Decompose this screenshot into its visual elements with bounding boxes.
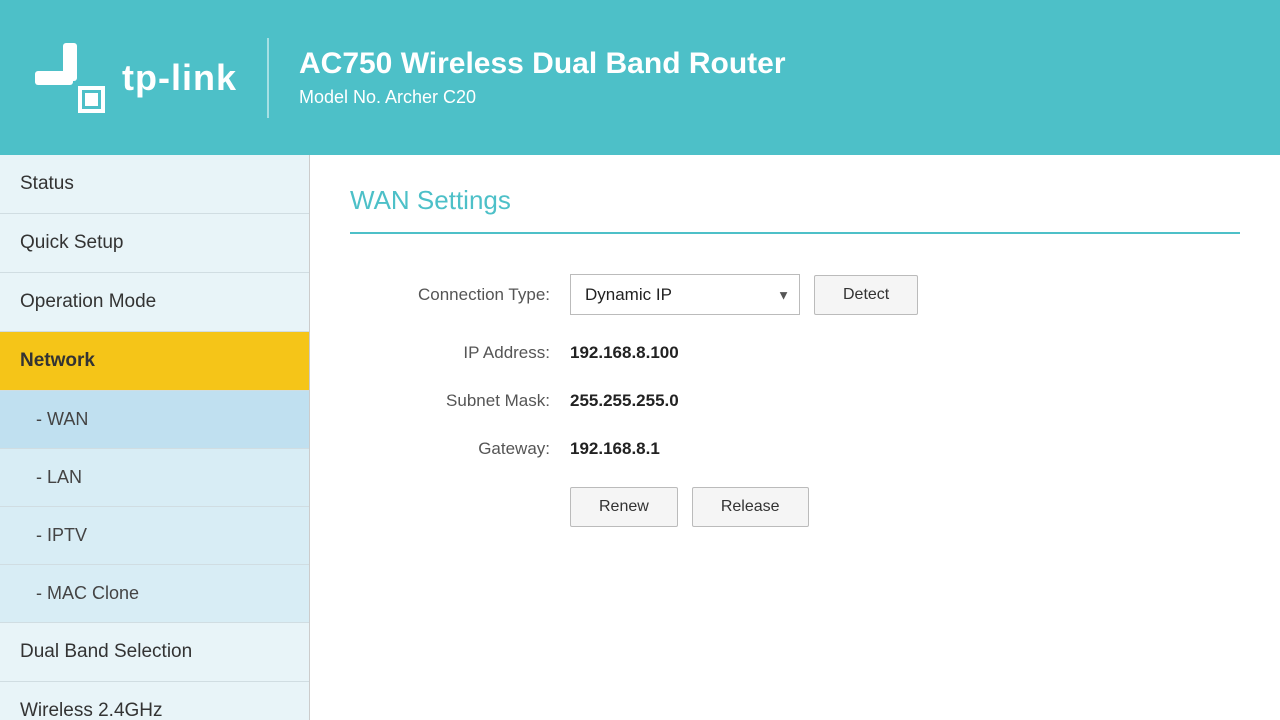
brand-name: tp-link xyxy=(122,57,237,99)
gateway-row: Gateway: 192.168.8.1 xyxy=(350,439,1240,459)
page-title: WAN Settings xyxy=(350,185,1240,216)
main-layout: Status Quick Setup Operation Mode Networ… xyxy=(0,155,1280,720)
header-divider xyxy=(267,38,269,118)
sidebar-item-dual-band[interactable]: Dual Band Selection xyxy=(0,623,309,682)
header-title: AC750 Wireless Dual Band Router xyxy=(299,47,786,81)
header-subtitle: Model No. Archer C20 xyxy=(299,87,786,108)
connection-type-controls: Dynamic IP Static IP PPPoE L2TP PPTP Det… xyxy=(570,274,918,315)
ip-address-label: IP Address: xyxy=(350,343,570,363)
sidebar-item-mac-clone[interactable]: - MAC Clone xyxy=(0,565,309,623)
sidebar-item-iptv[interactable]: - IPTV xyxy=(0,507,309,565)
sidebar: Status Quick Setup Operation Mode Networ… xyxy=(0,155,310,720)
renew-button[interactable]: Renew xyxy=(570,487,678,527)
logo-area: tp-link xyxy=(30,38,237,118)
gateway-value: 192.168.8.1 xyxy=(570,439,660,459)
connection-type-row: Connection Type: Dynamic IP Static IP PP… xyxy=(350,274,1240,315)
connection-type-label: Connection Type: xyxy=(350,285,570,305)
header: tp-link AC750 Wireless Dual Band Router … xyxy=(0,0,1280,155)
detect-button[interactable]: Detect xyxy=(814,275,918,315)
connection-type-select[interactable]: Dynamic IP Static IP PPPoE L2TP PPTP xyxy=(570,274,800,315)
connection-type-select-wrapper: Dynamic IP Static IP PPPoE L2TP PPTP xyxy=(570,274,800,315)
subnet-mask-row: Subnet Mask: 255.255.255.0 xyxy=(350,391,1240,411)
section-divider xyxy=(350,232,1240,234)
ip-address-row: IP Address: 192.168.8.100 xyxy=(350,343,1240,363)
sidebar-item-lan[interactable]: - LAN xyxy=(0,449,309,507)
sidebar-item-wan[interactable]: - WAN xyxy=(0,391,309,449)
release-button[interactable]: Release xyxy=(692,487,809,527)
sidebar-item-wireless-2ghz[interactable]: Wireless 2.4GHz xyxy=(0,682,309,720)
subnet-mask-label: Subnet Mask: xyxy=(350,391,570,411)
gateway-label: Gateway: xyxy=(350,439,570,459)
header-text: AC750 Wireless Dual Band Router Model No… xyxy=(299,47,786,108)
subnet-mask-value: 255.255.255.0 xyxy=(570,391,679,411)
ip-address-value: 192.168.8.100 xyxy=(570,343,679,363)
sidebar-item-operation-mode[interactable]: Operation Mode xyxy=(0,273,309,332)
sidebar-item-status[interactable]: Status xyxy=(0,155,309,214)
sidebar-item-network[interactable]: Network xyxy=(0,332,309,391)
sidebar-item-quick-setup[interactable]: Quick Setup xyxy=(0,214,309,273)
action-buttons-row: Renew Release xyxy=(570,487,1240,527)
content-area: WAN Settings Connection Type: Dynamic IP… xyxy=(310,155,1280,720)
tplink-logo-icon xyxy=(30,38,110,118)
